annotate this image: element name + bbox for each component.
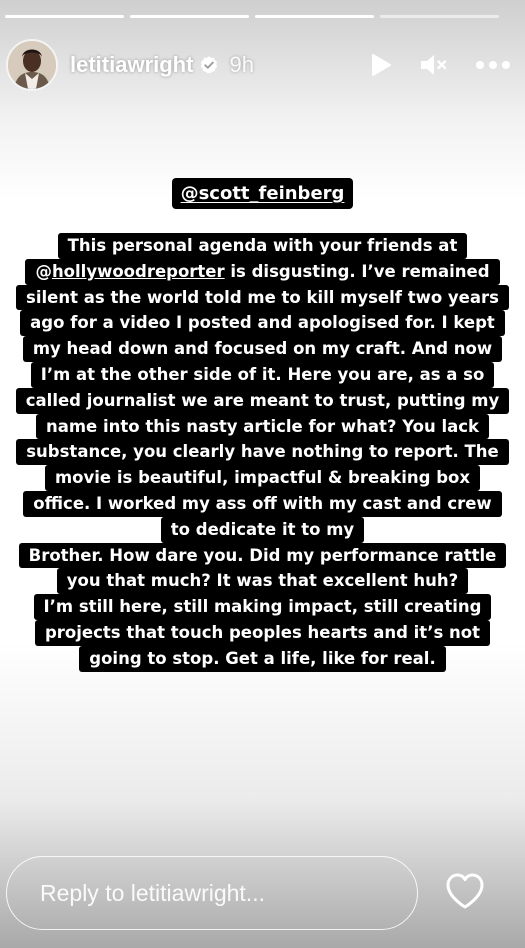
post-time: 9h xyxy=(229,52,254,77)
story-line: movie is beautiful, impactful & breaking… xyxy=(0,465,525,491)
more-icon xyxy=(476,61,510,69)
mute-icon xyxy=(421,55,447,75)
story-text-block: This personal agenda with your friends a… xyxy=(0,233,525,672)
progress-segment xyxy=(130,15,249,18)
username[interactable]: letitiawright xyxy=(70,52,193,78)
story-line-text: ago for a video I posted and apologised … xyxy=(20,310,505,337)
story-line-text: going to stop. Get a life, like for real… xyxy=(79,645,446,672)
reply-input[interactable]: Reply to letitiawright... xyxy=(6,856,418,930)
story-line-text: Brother. How dare you. Did my performanc… xyxy=(18,542,507,569)
story-line-text: movie is beautiful, impactful & breaking… xyxy=(44,465,481,491)
story-line: silent as the world told me to kill myse… xyxy=(0,284,525,311)
verified-icon xyxy=(201,56,218,74)
story-line-text: to dedicate it to my xyxy=(160,516,365,543)
story-line: name into this nasty article for what? Y… xyxy=(0,413,525,440)
progress-segment xyxy=(5,15,124,18)
reply-placeholder: Reply to letitiawright... xyxy=(40,879,265,906)
mention-sticker[interactable]: @scott_feinberg xyxy=(171,178,354,209)
story-line-text: @hollywoodreporter is disgusting. I’ve r… xyxy=(25,258,500,285)
story-line: projects that touch peoples hearts and i… xyxy=(0,619,525,646)
story-line: Brother. How dare you. Did my performanc… xyxy=(0,542,525,569)
story-line-text: I’m still here, still making impact, sti… xyxy=(33,594,492,620)
story-line: you that much? It was that excellent huh… xyxy=(0,568,525,595)
story-line: called journalist we are meant to trust,… xyxy=(0,387,525,414)
story-line-text: projects that touch peoples hearts and i… xyxy=(34,619,490,646)
story-line: substance, you clearly have nothing to r… xyxy=(0,439,525,466)
story-line: I’m still here, still making impact, sti… xyxy=(0,594,525,620)
story-line: This personal agenda with your friends a… xyxy=(0,233,525,259)
story-line: office. I worked my ass off with my cast… xyxy=(0,490,525,517)
play-button[interactable] xyxy=(369,52,393,78)
story-line-text: my head down and focused on my craft. An… xyxy=(22,336,503,362)
story-line-text: This personal agenda with your friends a… xyxy=(57,233,468,259)
story-line: going to stop. Get a life, like for real… xyxy=(0,645,525,672)
mention-link[interactable]: hollywoodreporter xyxy=(52,259,225,285)
story-line-text: substance, you clearly have nothing to r… xyxy=(16,439,509,466)
mute-button[interactable] xyxy=(419,52,449,78)
play-icon xyxy=(372,54,391,76)
story-line-text: I’m at the other side of it. Here you ar… xyxy=(30,361,495,388)
mention-sticker-wrap: @scott_feinberg xyxy=(0,178,525,209)
story-progress-bar xyxy=(5,15,499,18)
story-line: @hollywoodreporter is disgusting. I’ve r… xyxy=(0,258,525,285)
story-line-text: silent as the world told me to kill myse… xyxy=(16,284,509,311)
story-line: ago for a video I posted and apologised … xyxy=(0,310,525,337)
story-line: to dedicate it to my xyxy=(0,516,525,543)
avatar[interactable] xyxy=(6,39,58,91)
story-line-text: called journalist we are meant to trust,… xyxy=(15,387,510,414)
story-line-text: office. I worked my ass off with my cast… xyxy=(23,490,502,517)
heart-icon[interactable] xyxy=(444,871,486,911)
progress-segment xyxy=(255,15,374,18)
story-line-text: you that much? It was that excellent huh… xyxy=(56,568,469,595)
story-header: letitiawright 9h xyxy=(6,37,511,93)
story-line-text: name into this nasty article for what? Y… xyxy=(35,413,490,440)
story-controls xyxy=(343,52,511,78)
story-line: my head down and focused on my craft. An… xyxy=(0,336,525,362)
story-line: I’m at the other side of it. Here you ar… xyxy=(0,361,525,388)
more-options-button[interactable] xyxy=(475,60,511,70)
progress-segment xyxy=(380,15,499,18)
